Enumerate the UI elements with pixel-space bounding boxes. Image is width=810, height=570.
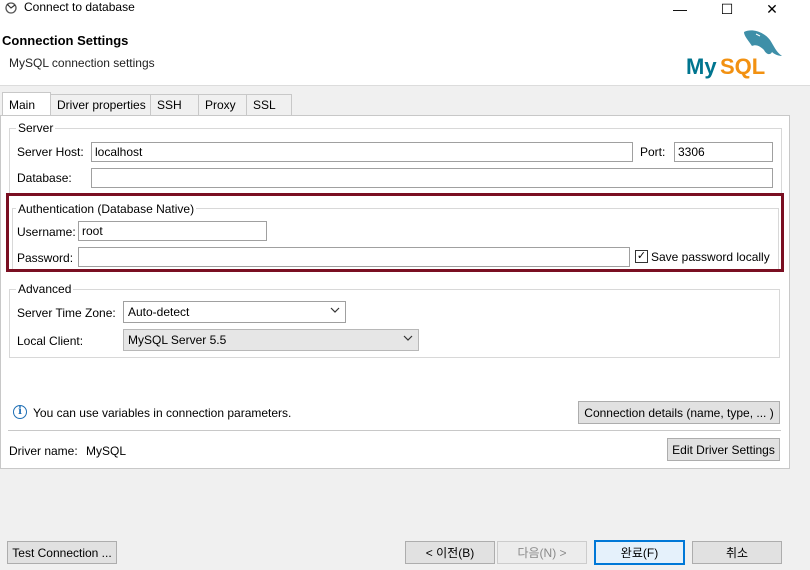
close-button[interactable]: ✕ (752, 0, 792, 18)
username-input[interactable]: root (78, 221, 267, 241)
tab-proxy[interactable]: Proxy (198, 94, 247, 116)
minimize-button[interactable]: — (660, 0, 700, 18)
connection-details-button[interactable]: Connection details (name, type, ... ) (578, 401, 780, 424)
server-legend: Server (16, 121, 56, 135)
local-client-select[interactable]: MySQL Server 5.5 (123, 329, 419, 351)
page-subtitle: MySQL connection settings (9, 56, 155, 70)
finish-button[interactable]: 완료(F) (594, 540, 685, 565)
mysql-logo-icon: My SQL (686, 30, 782, 79)
chevron-down-icon (403, 335, 413, 341)
save-password-label[interactable]: Save password locally (651, 250, 770, 264)
next-button[interactable]: 다음(N) > (497, 541, 587, 564)
tab-main[interactable]: Main (2, 92, 51, 116)
username-label: Username: (17, 225, 76, 239)
server-host-label: Server Host: (17, 145, 84, 159)
test-connection-button[interactable]: Test Connection ... (7, 541, 117, 564)
header: Connection Settings MySQL connection set… (0, 18, 810, 86)
title-bar: Connect to database — ☐ ✕ (0, 0, 810, 18)
chevron-down-icon (330, 307, 340, 313)
tab-ssh[interactable]: SSH (150, 94, 199, 116)
info-text: You can use variables in connection para… (33, 406, 292, 420)
local-client-value: MySQL Server 5.5 (128, 333, 227, 347)
timezone-label: Server Time Zone: (17, 306, 116, 320)
window-title: Connect to database (24, 0, 135, 14)
save-password-checkbox[interactable]: ✓ (635, 250, 648, 263)
driver-name-label: Driver name: (9, 444, 78, 458)
maximize-button[interactable]: ☐ (707, 0, 747, 18)
database-label: Database: (17, 171, 72, 185)
database-input[interactable] (91, 168, 773, 188)
info-icon: i (13, 405, 27, 419)
tab-driver-properties[interactable]: Driver properties (50, 94, 151, 116)
advanced-legend: Advanced (16, 282, 74, 296)
driver-name-value: MySQL (86, 444, 127, 458)
svg-text:SQL: SQL (720, 54, 765, 79)
separator (8, 430, 781, 431)
server-host-input[interactable]: localhost (91, 142, 633, 162)
page-title: Connection Settings (2, 33, 129, 48)
back-button[interactable]: < 이전(B) (405, 541, 495, 564)
port-input[interactable]: 3306 (674, 142, 773, 162)
edit-driver-settings-button[interactable]: Edit Driver Settings (667, 438, 780, 461)
svg-text:My: My (686, 54, 717, 79)
password-input[interactable] (78, 247, 630, 267)
timezone-select[interactable]: Auto-detect (123, 301, 346, 323)
port-label: Port: (640, 145, 666, 159)
dbeaver-icon (5, 2, 17, 14)
timezone-value: Auto-detect (128, 305, 190, 319)
local-client-label: Local Client: (17, 334, 84, 348)
auth-legend: Authentication (Database Native) (16, 202, 197, 216)
tab-ssl[interactable]: SSL (246, 94, 292, 116)
password-label: Password: (17, 251, 74, 265)
cancel-button[interactable]: 취소 (692, 541, 782, 564)
